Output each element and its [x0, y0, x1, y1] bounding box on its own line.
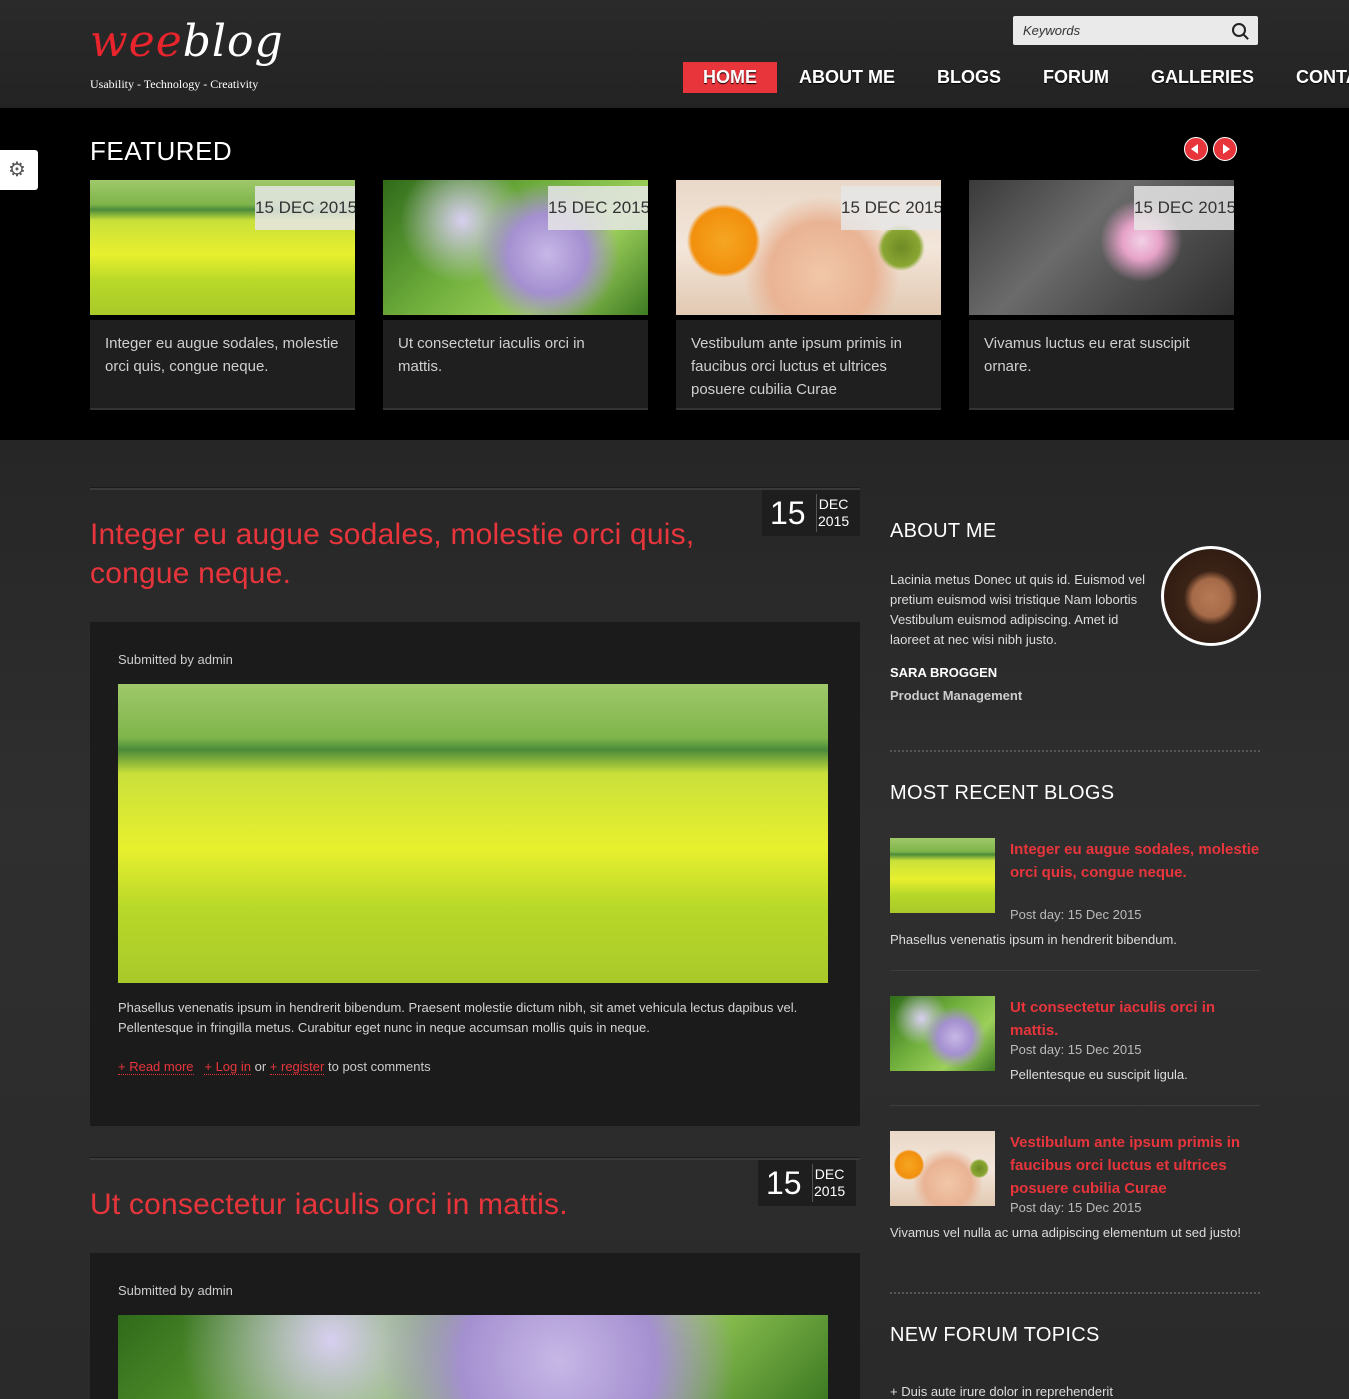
post-author: Submitted by admin: [118, 1283, 233, 1298]
post-divider: [90, 487, 860, 490]
or-text: or: [254, 1059, 267, 1074]
section-divider: [890, 750, 1260, 752]
featured-image[interactable]: 15 DEC 2015: [383, 180, 648, 315]
about-text: Lacinia metus Donec ut quis id. Euismod …: [890, 572, 1146, 647]
post-date-day: 15: [770, 494, 817, 532]
post-comments-text: to post comments: [327, 1059, 431, 1074]
post-date-year: 2015: [818, 513, 850, 529]
nav-item-forum[interactable]: FORUM: [1023, 62, 1129, 93]
logo-part-1: wee: [90, 16, 183, 67]
main-nav: HOME ABOUT ME BLOGS FORUM GALLERIES CONT…: [683, 62, 1349, 93]
site-header: weeblog Usability - Technology - Creativ…: [0, 0, 1349, 108]
featured-text[interactable]: Vestibulum ante ipsum primis in faucibus…: [691, 332, 926, 401]
featured-date: 15 DEC 2015: [1134, 186, 1234, 230]
post-date-month: DEC: [814, 1166, 845, 1182]
featured-date: 15 DEC 2015: [255, 186, 355, 230]
blog-thumbnail[interactable]: [890, 838, 995, 913]
blog-date: Post day: 15 Dec 2015: [1010, 907, 1142, 922]
featured-text[interactable]: Ut consectetur iaculis orci in mattis.: [398, 332, 633, 378]
read-more-link[interactable]: + Read more: [118, 1059, 194, 1075]
main-content: 15 DEC 2015 Integer eu augue sodales, mo…: [0, 440, 1349, 1399]
post-date-month: DEC: [818, 496, 849, 512]
featured-card[interactable]: 15 DEC 2015 Ut consectetur iaculis orci …: [383, 180, 648, 410]
forum-heading: NEW FORUM TOPICS: [890, 1324, 1100, 1346]
nav-item-galleries[interactable]: GALLERIES: [1131, 62, 1274, 93]
featured-text[interactable]: Integer eu augue sodales, molestie orci …: [105, 332, 340, 378]
blog-thumbnail[interactable]: [890, 1131, 995, 1206]
search-box: [1013, 16, 1258, 45]
post-date-badge: 15 DEC 2015: [762, 490, 860, 536]
post-title[interactable]: Integer eu augue sodales, molestie orci …: [90, 515, 730, 593]
nav-item-about-me[interactable]: ABOUT ME: [779, 62, 915, 93]
site-tagline: Usability - Technology - Creativity: [90, 77, 259, 91]
featured-card[interactable]: 15 DEC 2015 Vestibulum ante ipsum primis…: [676, 180, 941, 410]
post-date-year: 2015: [814, 1183, 846, 1199]
register-link[interactable]: + register: [269, 1059, 325, 1075]
nav-item-home[interactable]: HOME: [683, 62, 777, 93]
featured-date: 15 DEC 2015: [841, 186, 941, 230]
nav-item-contact[interactable]: CONTACT: [1276, 62, 1349, 93]
featured-image[interactable]: 15 DEC 2015: [969, 180, 1234, 315]
post-image[interactable]: [118, 684, 828, 983]
post-body-box: Submitted by admin: [90, 1253, 860, 1399]
post-title[interactable]: Ut consectetur iaculis orci in mattis.: [90, 1185, 790, 1224]
featured-image[interactable]: 15 DEC 2015: [90, 180, 355, 315]
post-image[interactable]: [118, 1315, 828, 1399]
site-logo[interactable]: weeblog: [90, 14, 284, 70]
blog-excerpt: Phasellus venenatis ipsum in hendrerit b…: [890, 932, 1177, 947]
about-heading: ABOUT ME: [890, 520, 997, 542]
blog-date: Post day: 15 Dec 2015: [1010, 1042, 1142, 1057]
post-body-box: Submitted by admin Phasellus venenatis i…: [90, 622, 860, 1126]
login-link[interactable]: + Log in: [204, 1059, 251, 1075]
forum-topic-link[interactable]: + Duis aute irure dolor in reprehenderit: [890, 1384, 1113, 1399]
featured-text[interactable]: Vivamus luctus eu erat suscipit ornare.: [984, 332, 1219, 378]
recent-blogs-heading: MOST RECENT BLOGS: [890, 782, 1115, 804]
blog-excerpt: Vivamus vel nulla ac urna adipiscing ele…: [890, 1225, 1241, 1240]
blog-title[interactable]: Integer eu augue sodales, molestie orci …: [1010, 838, 1260, 884]
nav-item-blogs[interactable]: BLOGS: [917, 62, 1021, 93]
featured-date: 15 DEC 2015: [548, 186, 648, 230]
gear-icon: ⚙: [8, 159, 26, 181]
featured-image[interactable]: 15 DEC 2015: [676, 180, 941, 315]
arrow-left-icon[interactable]: [1184, 137, 1208, 161]
post-links: + Read more + Log in or + register to po…: [118, 1059, 431, 1075]
featured-card[interactable]: 15 DEC 2015 Vivamus luctus eu erat susci…: [969, 180, 1234, 410]
featured-heading: FEATURED: [90, 136, 233, 166]
blog-title[interactable]: Vestibulum ante ipsum primis in faucibus…: [1010, 1131, 1260, 1200]
blog-date: Post day: 15 Dec 2015: [1010, 1200, 1142, 1215]
settings-tab[interactable]: ⚙: [0, 150, 38, 190]
logo-part-2: blog: [182, 16, 284, 67]
avatar: [1161, 546, 1261, 646]
list-divider: [890, 1105, 1260, 1106]
list-divider: [890, 970, 1260, 971]
author-name: SARA BROGGEN: [890, 665, 998, 680]
blog-title[interactable]: Ut consectetur iaculis orci in mattis.: [1010, 996, 1260, 1042]
blog-excerpt: Pellentesque eu suscipit ligula.: [1010, 1067, 1188, 1082]
post-author: Submitted by admin: [118, 652, 233, 667]
post-excerpt: Phasellus venenatis ipsum in hendrerit b…: [118, 1000, 798, 1035]
post-date-month-year: DEC 2015: [818, 496, 849, 530]
search-input[interactable]: [1013, 16, 1233, 45]
author-role: Product Management: [890, 688, 1023, 703]
section-divider: [890, 1292, 1260, 1294]
search-icon[interactable]: [1232, 23, 1246, 37]
post-date-month-year: DEC 2015: [814, 1166, 845, 1200]
post-divider: [90, 1157, 860, 1160]
featured-card[interactable]: 15 DEC 2015 Integer eu augue sodales, mo…: [90, 180, 355, 410]
arrow-right-icon[interactable]: [1213, 137, 1237, 161]
blog-thumbnail[interactable]: [890, 996, 995, 1071]
